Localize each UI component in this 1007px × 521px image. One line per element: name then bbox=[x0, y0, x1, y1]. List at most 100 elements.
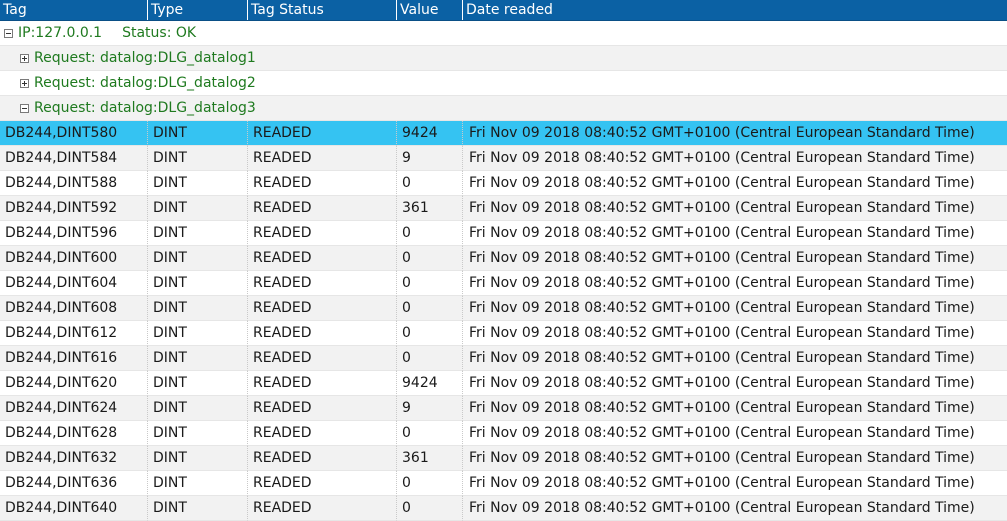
type-cell: DINT bbox=[148, 371, 248, 396]
type-cell: DINT bbox=[148, 471, 248, 496]
collapse-icon[interactable] bbox=[4, 28, 13, 38]
value-cell: 0 bbox=[397, 271, 463, 296]
status-cell: READED bbox=[248, 296, 397, 321]
status-cell: READED bbox=[248, 121, 397, 146]
date-cell: Fri Nov 09 2018 08:40:52 GMT+0100 (Centr… bbox=[463, 396, 1007, 421]
expand-icon[interactable] bbox=[20, 53, 29, 63]
column-header-tag-status[interactable]: Tag Status bbox=[248, 0, 397, 20]
type-cell: DINT bbox=[148, 171, 248, 196]
status-cell: READED bbox=[248, 496, 397, 521]
table-row[interactable]: DB244,DINT620 DINT READED 9424 Fri Nov 09 20… bbox=[0, 371, 1007, 396]
expand-icon[interactable] bbox=[20, 78, 29, 88]
table-row[interactable]: DB244,DINT640 DINT READED 0 Fri Nov 09 2018 … bbox=[0, 496, 1007, 521]
value-cell: 9 bbox=[397, 146, 463, 171]
value-cell: 0 bbox=[397, 246, 463, 271]
table-row[interactable]: DB244,DINT612 DINT READED 0 Fri Nov 09 2018 … bbox=[0, 321, 1007, 346]
type-cell: DINT bbox=[148, 271, 248, 296]
status-cell: READED bbox=[248, 421, 397, 446]
type-cell: DINT bbox=[148, 396, 248, 421]
value-cell: 0 bbox=[397, 471, 463, 496]
tag-cell: DB244,DINT596 bbox=[0, 221, 148, 246]
request-label: Request: datalog:DLG_datalog3 bbox=[34, 100, 256, 116]
table-row[interactable]: DB244,DINT628 DINT READED 0 Fri Nov 09 2018 … bbox=[0, 421, 1007, 446]
tag-cell: DB244,DINT624 bbox=[0, 396, 148, 421]
tag-cell: DB244,DINT620 bbox=[0, 371, 148, 396]
tag-cell: DB244,DINT632 bbox=[0, 446, 148, 471]
request-label: Request: datalog:DLG_datalog1 bbox=[34, 50, 256, 66]
status-cell: READED bbox=[248, 221, 397, 246]
table-row[interactable]: DB244,DINT608 DINT READED 0 Fri Nov 09 2018 … bbox=[0, 296, 1007, 321]
type-cell: DINT bbox=[148, 146, 248, 171]
value-cell: 361 bbox=[397, 196, 463, 221]
type-cell: DINT bbox=[148, 196, 248, 221]
tag-cell: DB244,DINT584 bbox=[0, 146, 148, 171]
date-cell: Fri Nov 09 2018 08:40:52 GMT+0100 (Centr… bbox=[463, 271, 1007, 296]
table-row[interactable]: DB244,DINT588 DINT READED 0 Fri Nov 09 2018 … bbox=[0, 171, 1007, 196]
grid-header: Tag Type Tag Status Value Date readed bbox=[0, 0, 1007, 21]
date-cell: Fri Nov 09 2018 08:40:52 GMT+0100 (Centr… bbox=[463, 421, 1007, 446]
date-cell: Fri Nov 09 2018 08:40:52 GMT+0100 (Centr… bbox=[463, 171, 1007, 196]
request-group-row[interactable]: Request: datalog:DLG_datalog2 bbox=[0, 71, 1007, 96]
table-row[interactable]: DB244,DINT632 DINT READED 361 Fri Nov 09 201… bbox=[0, 446, 1007, 471]
table-row[interactable]: DB244,DINT592 DINT READED 361 Fri Nov 09 201… bbox=[0, 196, 1007, 221]
table-row[interactable]: DB244,DINT580 DINT READED 9424 Fri Nov 09 20… bbox=[0, 121, 1007, 146]
column-header-value[interactable]: Value bbox=[397, 0, 463, 20]
type-cell: DINT bbox=[148, 321, 248, 346]
table-row[interactable]: DB244,DINT616 DINT READED 0 Fri Nov 09 2018 … bbox=[0, 346, 1007, 371]
tag-cell: DB244,DINT616 bbox=[0, 346, 148, 371]
table-row[interactable]: DB244,DINT624 DINT READED 9 Fri Nov 09 2018 … bbox=[0, 396, 1007, 421]
request-group-row[interactable]: Request: datalog:DLG_datalog1 bbox=[0, 46, 1007, 71]
table-row[interactable]: DB244,DINT636 DINT READED 0 Fri Nov 09 2018 … bbox=[0, 471, 1007, 496]
type-cell: DINT bbox=[148, 346, 248, 371]
column-header-date-readed[interactable]: Date readed bbox=[463, 0, 1007, 20]
tag-cell: DB244,DINT608 bbox=[0, 296, 148, 321]
column-header-tag[interactable]: Tag bbox=[0, 0, 148, 20]
date-cell: Fri Nov 09 2018 08:40:52 GMT+0100 (Centr… bbox=[463, 196, 1007, 221]
value-cell: 9 bbox=[397, 396, 463, 421]
date-cell: Fri Nov 09 2018 08:40:52 GMT+0100 (Centr… bbox=[463, 346, 1007, 371]
ip-label: IP:127.0.0.1 bbox=[18, 25, 103, 41]
date-cell: Fri Nov 09 2018 08:40:52 GMT+0100 (Centr… bbox=[463, 121, 1007, 146]
status-cell: READED bbox=[248, 271, 397, 296]
tag-cell: DB244,DINT640 bbox=[0, 496, 148, 521]
date-cell: Fri Nov 09 2018 08:40:52 GMT+0100 (Centr… bbox=[463, 371, 1007, 396]
tag-cell: DB244,DINT612 bbox=[0, 321, 148, 346]
value-cell: 0 bbox=[397, 496, 463, 521]
date-cell: Fri Nov 09 2018 08:40:52 GMT+0100 (Centr… bbox=[463, 496, 1007, 521]
tag-cell: DB244,DINT628 bbox=[0, 421, 148, 446]
tag-grid: Tag Type Tag Status Value Date readed IP… bbox=[0, 0, 1007, 521]
value-cell: 361 bbox=[397, 446, 463, 471]
ip-group-row[interactable]: IP:127.0.0.1 Status: OK bbox=[0, 21, 1007, 46]
status-cell: READED bbox=[248, 346, 397, 371]
date-cell: Fri Nov 09 2018 08:40:52 GMT+0100 (Centr… bbox=[463, 321, 1007, 346]
tag-cell: DB244,DINT600 bbox=[0, 246, 148, 271]
type-cell: DINT bbox=[148, 496, 248, 521]
tag-cell: DB244,DINT588 bbox=[0, 171, 148, 196]
table-row[interactable]: DB244,DINT604 DINT READED 0 Fri Nov 09 2018 … bbox=[0, 271, 1007, 296]
tag-cell: DB244,DINT580 bbox=[0, 121, 148, 146]
value-cell: 9424 bbox=[397, 371, 463, 396]
table-row[interactable]: DB244,DINT600 DINT READED 0 Fri Nov 09 2018 … bbox=[0, 246, 1007, 271]
request-group-row[interactable]: Request: datalog:DLG_datalog3 bbox=[0, 96, 1007, 121]
table-row[interactable]: DB244,DINT584 DINT READED 9 Fri Nov 09 2018 … bbox=[0, 146, 1007, 171]
value-cell: 0 bbox=[397, 296, 463, 321]
tag-cell: DB244,DINT604 bbox=[0, 271, 148, 296]
collapse-icon[interactable] bbox=[20, 103, 29, 113]
tag-rows: DB244,DINT580 DINT READED 9424 Fri Nov 09 20… bbox=[0, 121, 1007, 521]
tag-cell: DB244,DINT592 bbox=[0, 196, 148, 221]
date-cell: Fri Nov 09 2018 08:40:52 GMT+0100 (Centr… bbox=[463, 146, 1007, 171]
tag-cell: DB244,DINT636 bbox=[0, 471, 148, 496]
status-cell: READED bbox=[248, 371, 397, 396]
ip-status: Status: OK bbox=[122, 25, 197, 41]
column-header-type[interactable]: Type bbox=[148, 0, 248, 20]
date-cell: Fri Nov 09 2018 08:40:52 GMT+0100 (Centr… bbox=[463, 296, 1007, 321]
table-row[interactable]: DB244,DINT596 DINT READED 0 Fri Nov 09 2018 … bbox=[0, 221, 1007, 246]
type-cell: DINT bbox=[148, 246, 248, 271]
value-cell: 0 bbox=[397, 346, 463, 371]
status-cell: READED bbox=[248, 321, 397, 346]
status-cell: READED bbox=[248, 396, 397, 421]
value-cell: 0 bbox=[397, 221, 463, 246]
type-cell: DINT bbox=[148, 221, 248, 246]
status-cell: READED bbox=[248, 196, 397, 221]
value-cell: 9424 bbox=[397, 121, 463, 146]
